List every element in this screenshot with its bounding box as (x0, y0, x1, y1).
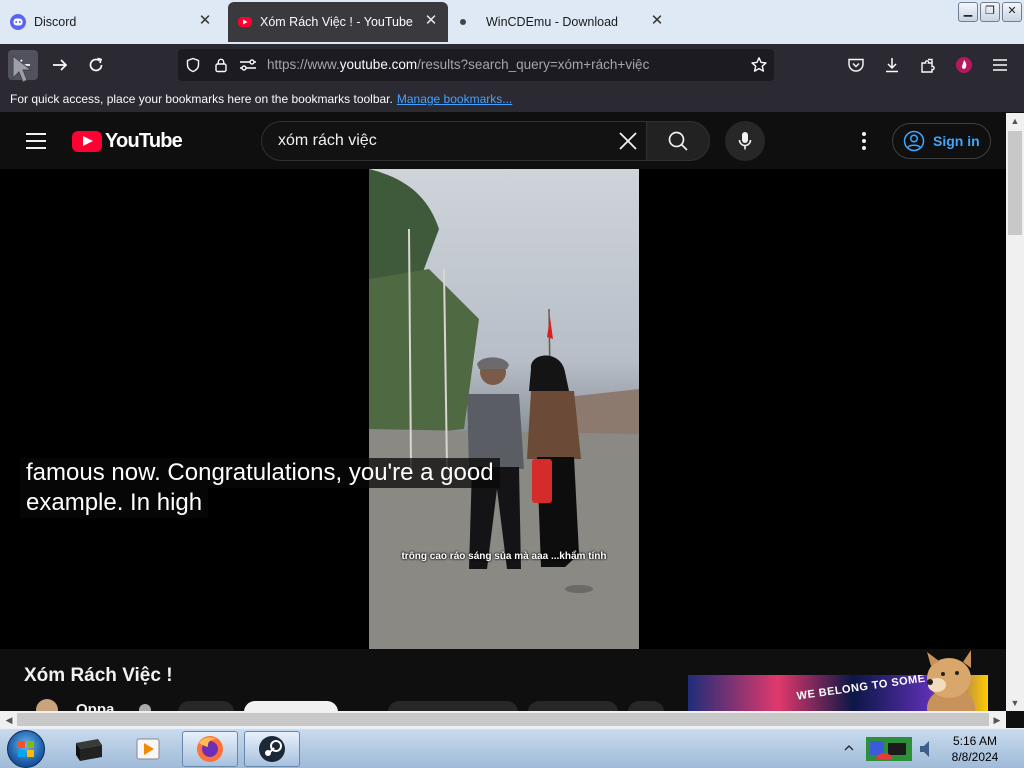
minimize-button[interactable]: ▁ (958, 2, 978, 22)
youtube-play-icon (72, 131, 102, 152)
arrow-right-icon (53, 59, 68, 71)
close-window-button[interactable]: ✕ (1002, 2, 1022, 22)
youtube-logo-text: YouTube (105, 130, 183, 152)
youtube-header: YouTube xóm rách việc Sign in (0, 113, 1006, 169)
taskbar-app-terminal[interactable] (60, 731, 116, 767)
start-button[interactable] (7, 730, 45, 768)
subscribe-button[interactable] (244, 701, 338, 711)
close-tab-icon[interactable]: ✕ (650, 13, 664, 28)
forward-button[interactable] (45, 50, 75, 80)
lock-icon[interactable] (206, 50, 236, 80)
action-pill[interactable] (628, 701, 664, 711)
search-icon (668, 131, 688, 151)
user-circle-icon (903, 130, 925, 152)
windows-logo-icon (18, 741, 34, 757)
video-scene-image (369, 169, 639, 649)
caption-line: famous now. Congratulations, you're a go… (20, 458, 500, 488)
sign-in-button[interactable]: Sign in (892, 123, 991, 159)
youtube-icon (238, 17, 252, 27)
bookmarks-message: For quick access, place your bookmarks h… (10, 92, 393, 106)
black-box-app-icon (76, 739, 102, 761)
download-icon[interactable] (877, 50, 907, 80)
close-tab-icon[interactable]: ✕ (424, 13, 438, 28)
pocket-icon[interactable] (841, 50, 871, 80)
url-prefix: https://www. (267, 57, 340, 72)
guide-menu-icon[interactable] (26, 133, 46, 149)
youtube-logo[interactable]: YouTube (72, 130, 183, 153)
verified-badge-icon (139, 704, 151, 711)
shield-icon[interactable] (178, 50, 208, 80)
mouse-cursor-icon (12, 54, 33, 83)
scroll-left-icon[interactable]: ◀ (0, 712, 18, 728)
browser-tab-strip: Discord ✕ Xóm Rách Việc ! - YouTube ✕ Wi… (0, 0, 1024, 44)
url-host: youtube.com (339, 57, 418, 72)
show-hidden-icons-icon[interactable] (844, 743, 854, 753)
more-options-icon[interactable] (855, 129, 873, 153)
scroll-up-icon[interactable]: ▲ (1006, 113, 1024, 129)
clock-date: 8/8/2024 (951, 750, 999, 764)
clock-time: 5:16 AM (952, 734, 998, 748)
menu-icon[interactable] (985, 50, 1015, 80)
taskbar-app-media-player[interactable] (120, 731, 176, 767)
reload-icon (89, 57, 103, 72)
bookmark-star-icon[interactable] (744, 50, 774, 80)
clear-search-icon[interactable] (617, 130, 639, 152)
microphone-icon (738, 132, 752, 150)
video-frame: trông cao ráo sáng sủa mà aaa ...khẩm tí… (369, 169, 639, 649)
channel-name[interactable]: Oppa (76, 701, 114, 711)
window-controls: ▁ ❐ ✕ (958, 2, 1022, 22)
firefox-icon (197, 736, 223, 762)
steam-icon (259, 736, 285, 762)
tab-title: Xóm Rách Việc ! - YouTube (260, 15, 413, 29)
desktop-screen: { "browser": { "tabs": [ {"title": "Disc… (0, 0, 1024, 768)
url-text[interactable]: https://www.youtube.com/results?search_q… (267, 57, 649, 72)
video-player[interactable]: trông cao ráo sáng sủa mà aaa ...khẩm tí… (0, 54, 1006, 649)
sign-in-label: Sign in (933, 133, 980, 149)
caption-line: example. In high (20, 488, 209, 518)
manage-bookmarks-link[interactable]: Manage bookmarks... (397, 92, 512, 106)
reload-button[interactable] (81, 50, 111, 80)
bookmarks-toolbar: For quick access, place your bookmarks h… (0, 86, 1024, 112)
speaker-icon[interactable] (918, 739, 936, 759)
scrollbar-thumb[interactable] (17, 713, 989, 726)
voice-search-button[interactable] (725, 121, 765, 161)
search-input[interactable]: xóm rách việc (261, 121, 647, 161)
tab-wincdemu[interactable]: WinCDEmu - Download ✕ (450, 2, 674, 42)
browser-toolbar: https://www.youtube.com/results?search_q… (0, 44, 1024, 86)
search-button[interactable] (646, 121, 710, 161)
channel-avatar[interactable] (36, 699, 58, 711)
taskbar-app-steam[interactable] (244, 731, 300, 767)
tab-youtube[interactable]: Xóm Rách Việc ! - YouTube ✕ (228, 2, 448, 42)
closed-captions: famous now. Congratulations, you're a go… (20, 458, 500, 518)
action-pill[interactable] (388, 701, 518, 711)
account-icon[interactable] (949, 50, 979, 80)
permissions-icon[interactable] (233, 50, 263, 80)
restore-button[interactable]: ❐ (980, 2, 1000, 22)
action-pill[interactable] (528, 701, 618, 711)
close-tab-icon[interactable]: ✕ (198, 13, 212, 28)
vertical-scrollbar[interactable]: ▲ ▼ (1006, 113, 1024, 711)
tab-title: WinCDEmu - Download (486, 15, 618, 29)
video-details: Xóm Rách Việc ! Oppa WE BELONG TO SOMETH… (0, 649, 1006, 711)
windows-taskbar: 5:16 AM 8/8/2024 (0, 728, 1024, 768)
discord-icon (10, 14, 26, 30)
horizontal-scrollbar[interactable]: ◀ ▶ (0, 711, 1006, 728)
tray-network-icon[interactable] (864, 735, 914, 763)
scrollbar-thumb[interactable] (1008, 131, 1022, 235)
action-pill[interactable] (178, 701, 234, 711)
scroll-down-icon[interactable]: ▼ (1006, 695, 1024, 711)
taskbar-clock[interactable]: 5:16 AM 8/8/2024 (940, 733, 1010, 765)
video-title: Xóm Rách Việc ! (24, 665, 173, 686)
tab-discord[interactable]: Discord ✕ (0, 2, 222, 42)
extensions-icon[interactable] (913, 50, 943, 80)
tab-title: Discord (34, 15, 77, 29)
scroll-right-icon[interactable]: ▶ (988, 712, 1006, 728)
burned-in-subtitle: trông cao ráo sáng sủa mà aaa ...khẩm tí… (401, 551, 607, 562)
url-path: /results?search_query=xóm+rách+việc (417, 57, 650, 72)
media-player-icon (136, 738, 160, 760)
taskbar-app-firefox[interactable] (182, 731, 238, 767)
search-query-text: xóm rách việc (278, 132, 377, 149)
dot-icon (460, 19, 466, 25)
address-bar[interactable]: https://www.youtube.com/results?search_q… (178, 49, 774, 81)
